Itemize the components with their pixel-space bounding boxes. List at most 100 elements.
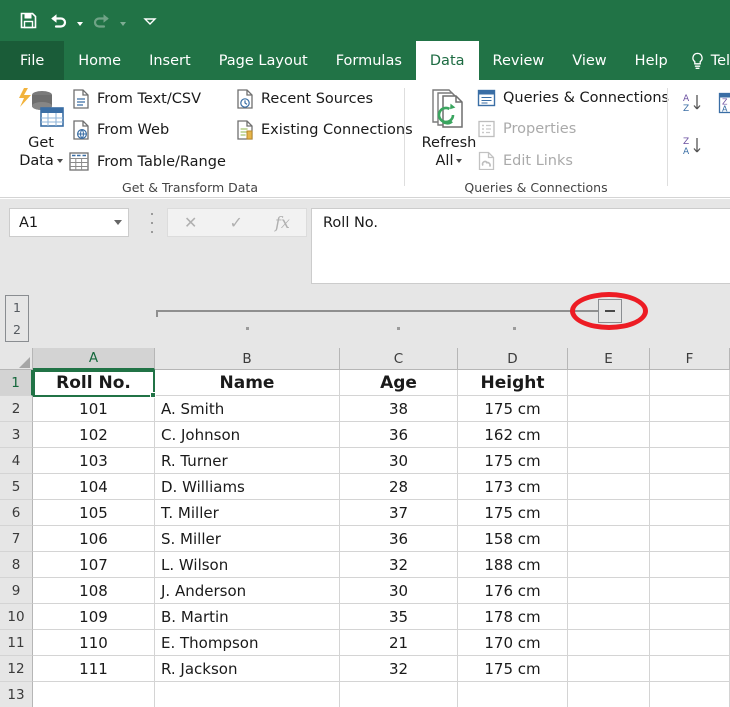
- cell-F4[interactable]: [650, 448, 730, 474]
- tab-page-layout[interactable]: Page Layout: [205, 41, 322, 80]
- row-header[interactable]: 3: [0, 422, 33, 448]
- cell-E6[interactable]: [568, 500, 650, 526]
- cell-F13[interactable]: [650, 682, 730, 707]
- cell-E11[interactable]: [568, 630, 650, 656]
- name-box[interactable]: A1: [9, 208, 129, 237]
- row-header[interactable]: 9: [0, 578, 33, 604]
- column-header-f[interactable]: F: [650, 348, 730, 370]
- cell-D12[interactable]: 175 cm: [458, 656, 568, 682]
- cell-C6[interactable]: 37: [340, 500, 458, 526]
- from-text-csv-button[interactable]: From Text/CSV: [72, 89, 201, 109]
- cell-D4[interactable]: 175 cm: [458, 448, 568, 474]
- cell-F9[interactable]: [650, 578, 730, 604]
- cell-A5[interactable]: 104: [33, 474, 155, 500]
- cell-E10[interactable]: [568, 604, 650, 630]
- cell-E7[interactable]: [568, 526, 650, 552]
- cell-C9[interactable]: 30: [340, 578, 458, 604]
- cell-A9[interactable]: 108: [33, 578, 155, 604]
- chevron-down-icon[interactable]: [136, 6, 164, 36]
- cell-F10[interactable]: [650, 604, 730, 630]
- tab-view[interactable]: View: [558, 41, 620, 80]
- cell-D6[interactable]: 175 cm: [458, 500, 568, 526]
- cell-B1[interactable]: Name: [155, 370, 340, 396]
- cell-F11[interactable]: [650, 630, 730, 656]
- save-icon[interactable]: [14, 6, 42, 36]
- select-all-button[interactable]: [0, 348, 33, 370]
- cell-D7[interactable]: 158 cm: [458, 526, 568, 552]
- cell-A6[interactable]: 105: [33, 500, 155, 526]
- column-header-a[interactable]: A: [33, 348, 155, 370]
- tell-me-box[interactable]: Tell: [682, 41, 730, 80]
- cell-F5[interactable]: [650, 474, 730, 500]
- cell-A1[interactable]: Roll No.: [33, 370, 155, 396]
- cell-B5[interactable]: D. Williams: [155, 474, 340, 500]
- row-header[interactable]: 5: [0, 474, 33, 500]
- cell-F7[interactable]: [650, 526, 730, 552]
- cancel-icon[interactable]: ✕: [184, 213, 197, 232]
- cell-A13[interactable]: [33, 682, 155, 707]
- get-data-dropdown-icon[interactable]: [56, 159, 63, 163]
- undo-icon[interactable]: [44, 6, 72, 36]
- cell-F1[interactable]: [650, 370, 730, 396]
- redo-dropdown-icon[interactable]: [117, 6, 128, 36]
- undo-dropdown-icon[interactable]: [74, 6, 85, 36]
- cell-E4[interactable]: [568, 448, 650, 474]
- cell-D13[interactable]: [458, 682, 568, 707]
- cell-C4[interactable]: 30: [340, 448, 458, 474]
- row-header[interactable]: 10: [0, 604, 33, 630]
- column-header-b[interactable]: B: [155, 348, 340, 370]
- column-header-e[interactable]: E: [568, 348, 650, 370]
- cell-B3[interactable]: C. Johnson: [155, 422, 340, 448]
- cell-A2[interactable]: 101: [33, 396, 155, 422]
- cell-D5[interactable]: 173 cm: [458, 474, 568, 500]
- cell-E13[interactable]: [568, 682, 650, 707]
- cell-F8[interactable]: [650, 552, 730, 578]
- fill-handle[interactable]: [150, 392, 156, 398]
- cell-A10[interactable]: 109: [33, 604, 155, 630]
- cell-B10[interactable]: B. Martin: [155, 604, 340, 630]
- cell-E9[interactable]: [568, 578, 650, 604]
- row-header[interactable]: 12: [0, 656, 33, 682]
- tab-data[interactable]: Data: [415, 41, 479, 80]
- tab-review[interactable]: Review: [479, 41, 559, 80]
- row-header[interactable]: 7: [0, 526, 33, 552]
- row-header[interactable]: 13: [0, 682, 33, 707]
- refresh-all-button[interactable]: Refresh All: [413, 86, 485, 170]
- tab-insert[interactable]: Insert: [135, 41, 205, 80]
- column-header-d[interactable]: D: [458, 348, 568, 370]
- row-header[interactable]: 1: [0, 370, 33, 396]
- cell-E8[interactable]: [568, 552, 650, 578]
- sort-za-button[interactable]: Z A: [682, 135, 713, 157]
- refresh-all-dropdown-icon[interactable]: [456, 159, 463, 163]
- name-box-dropdown-icon[interactable]: [108, 220, 128, 225]
- cell-A12[interactable]: 111: [33, 656, 155, 682]
- recent-sources-button[interactable]: Recent Sources: [236, 89, 373, 109]
- from-web-button[interactable]: From Web: [72, 120, 169, 140]
- cell-A3[interactable]: 102: [33, 422, 155, 448]
- cell-C8[interactable]: 32: [340, 552, 458, 578]
- cell-A4[interactable]: 103: [33, 448, 155, 474]
- cell-F12[interactable]: [650, 656, 730, 682]
- sort-az-button[interactable]: A Z: [682, 92, 713, 114]
- cell-B11[interactable]: E. Thompson: [155, 630, 340, 656]
- cell-C1[interactable]: Age: [340, 370, 458, 396]
- cell-B4[interactable]: R. Turner: [155, 448, 340, 474]
- insert-function-icon[interactable]: fx: [275, 213, 290, 232]
- formula-bar-splitter[interactable]: [147, 213, 157, 233]
- confirm-check-icon[interactable]: ✓: [230, 213, 243, 232]
- cell-B8[interactable]: L. Wilson: [155, 552, 340, 578]
- queries-connections-button[interactable]: Queries & Connections: [477, 89, 669, 107]
- cell-B12[interactable]: R. Jackson: [155, 656, 340, 682]
- cell-B6[interactable]: T. Miller: [155, 500, 340, 526]
- tab-file[interactable]: File: [0, 41, 65, 80]
- cell-D11[interactable]: 170 cm: [458, 630, 568, 656]
- cell-D3[interactable]: 162 cm: [458, 422, 568, 448]
- cell-F2[interactable]: [650, 396, 730, 422]
- cell-C2[interactable]: 38: [340, 396, 458, 422]
- formula-input[interactable]: Roll No.: [311, 208, 730, 284]
- cell-C11[interactable]: 21: [340, 630, 458, 656]
- cell-C12[interactable]: 32: [340, 656, 458, 682]
- cell-E3[interactable]: [568, 422, 650, 448]
- row-header[interactable]: 2: [0, 396, 33, 422]
- cell-D2[interactable]: 175 cm: [458, 396, 568, 422]
